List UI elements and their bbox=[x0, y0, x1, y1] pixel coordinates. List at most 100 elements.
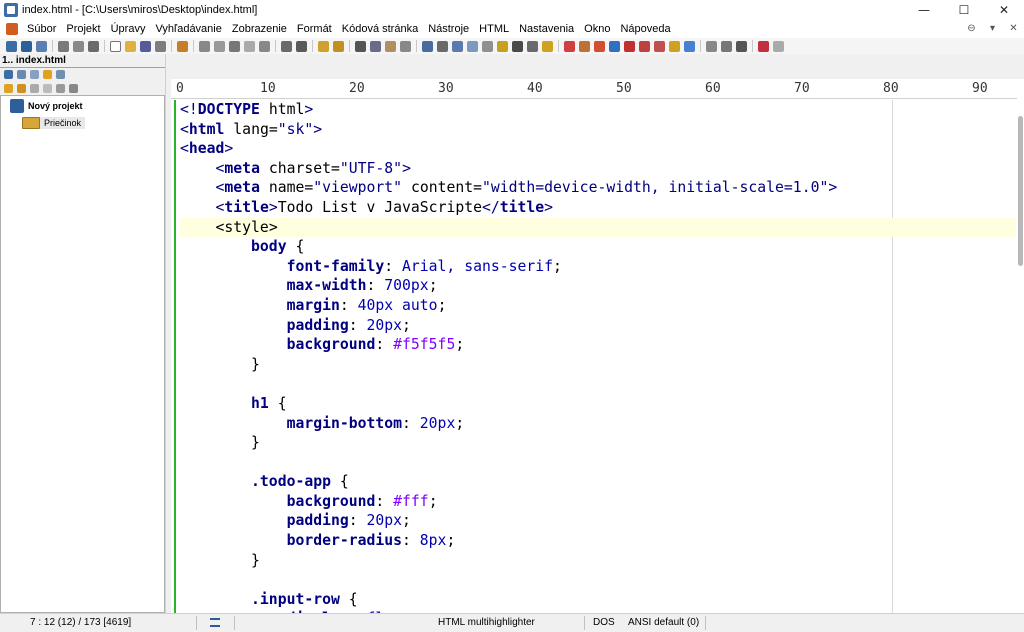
code-line: <!DOCTYPE html> bbox=[180, 101, 314, 118]
menu-codepage[interactable]: Kódová stránka bbox=[337, 20, 423, 38]
code-line: <head> bbox=[180, 140, 234, 158]
play-macro-icon[interactable] bbox=[773, 40, 784, 52]
line-numbers-icon[interactable] bbox=[482, 40, 493, 52]
redo-icon[interactable] bbox=[333, 40, 344, 52]
code-line: padding: 20px; bbox=[286, 512, 411, 530]
ruler-label: 60 bbox=[705, 81, 721, 96]
menu-edit[interactable]: Úpravy bbox=[106, 20, 151, 38]
save-project-icon[interactable] bbox=[58, 40, 69, 52]
firefox-icon[interactable] bbox=[594, 40, 605, 52]
cut-icon[interactable] bbox=[355, 40, 366, 52]
refresh-icon[interactable] bbox=[30, 84, 39, 93]
new-project-icon[interactable] bbox=[21, 40, 32, 52]
find-in-files-icon[interactable] bbox=[259, 40, 270, 52]
filter-icon[interactable] bbox=[669, 40, 680, 52]
code-line: <title>Todo List v JavaScripte</title> bbox=[215, 198, 554, 216]
scrollbar-thumb[interactable] bbox=[1018, 116, 1023, 266]
print-icon[interactable] bbox=[296, 40, 307, 52]
save-all-icon[interactable] bbox=[155, 40, 166, 52]
replace-icon[interactable] bbox=[229, 40, 240, 52]
window-list-icon[interactable] bbox=[56, 70, 65, 79]
indent-guides-icon[interactable] bbox=[467, 40, 478, 52]
word-wrap-icon[interactable] bbox=[422, 40, 433, 52]
settings-icon[interactable] bbox=[69, 84, 78, 93]
case-icon[interactable] bbox=[512, 40, 523, 52]
find-next-icon[interactable] bbox=[214, 40, 225, 52]
window-icon[interactable] bbox=[736, 40, 747, 52]
new-document-icon[interactable] bbox=[110, 40, 121, 52]
menu-file[interactable]: Súbor bbox=[22, 20, 61, 38]
menu-settings[interactable]: Nastavenia bbox=[514, 20, 579, 38]
close-project-icon[interactable] bbox=[88, 40, 99, 52]
word-wrap-status-icon[interactable] bbox=[210, 618, 220, 627]
code-editor[interactable]: 0 10 20 30 40 50 60 70 80 90 <!DOCTYPE h… bbox=[171, 79, 1017, 613]
html-validate-icon[interactable] bbox=[624, 40, 635, 52]
menu-html[interactable]: HTML bbox=[474, 20, 514, 38]
css-validate-icon[interactable] bbox=[639, 40, 650, 52]
bookmark-icon[interactable] bbox=[177, 40, 188, 52]
code-line: <html lang="sk"> bbox=[180, 120, 323, 138]
menu-project[interactable]: Projekt bbox=[61, 20, 105, 38]
read-only-icon[interactable] bbox=[497, 40, 508, 52]
browser-icon[interactable] bbox=[609, 40, 620, 52]
ruler-label: 20 bbox=[349, 81, 365, 96]
open-project-icon[interactable] bbox=[36, 40, 47, 52]
encoding[interactable]: ANSI default (0) bbox=[628, 614, 699, 632]
remove-icon[interactable] bbox=[56, 84, 65, 93]
back-icon[interactable] bbox=[43, 84, 52, 93]
terminal-icon[interactable] bbox=[721, 40, 732, 52]
mdi-list-icon[interactable]: ▾ bbox=[982, 20, 1003, 38]
save-icon[interactable] bbox=[140, 40, 151, 52]
open-file-icon[interactable] bbox=[125, 40, 136, 52]
format-icon[interactable] bbox=[527, 40, 538, 52]
explorer-icon[interactable] bbox=[17, 70, 26, 79]
macro-icon[interactable] bbox=[706, 40, 717, 52]
menu-search[interactable]: Vyhľadávanie bbox=[150, 20, 226, 38]
copy-icon[interactable] bbox=[370, 40, 381, 52]
close-button[interactable]: ✕ bbox=[984, 0, 1024, 20]
minimize-button[interactable]: — bbox=[904, 0, 944, 20]
menu-help[interactable]: Nápoveda bbox=[615, 20, 675, 38]
menu-window[interactable]: Okno bbox=[579, 20, 615, 38]
tree-project[interactable]: Nový projekt bbox=[10, 99, 83, 113]
print-preview-icon[interactable] bbox=[281, 40, 292, 52]
line-ending[interactable]: DOS bbox=[593, 614, 615, 632]
mdi-restore-icon[interactable]: ⊖ bbox=[961, 20, 982, 38]
new-file-icon[interactable] bbox=[6, 40, 17, 52]
html-toolbar-icon[interactable] bbox=[564, 40, 575, 52]
tag-complete-icon[interactable] bbox=[542, 40, 553, 52]
vertical-scrollbar[interactable] bbox=[1017, 79, 1024, 613]
menu-view[interactable]: Zobrazenie bbox=[227, 20, 292, 38]
tag-icon[interactable] bbox=[654, 40, 665, 52]
google-icon[interactable] bbox=[684, 40, 695, 52]
code-line: .todo-app { bbox=[251, 473, 349, 491]
show-whitespace-icon[interactable] bbox=[437, 40, 448, 52]
code-line: margin-bottom: 20px; bbox=[286, 414, 465, 432]
favorites-icon[interactable] bbox=[43, 70, 52, 79]
project-view-icon[interactable] bbox=[4, 70, 13, 79]
code-area[interactable]: <!DOCTYPE html> <html lang="sk"> <head> … bbox=[180, 100, 1016, 613]
document-menu-icon[interactable] bbox=[6, 23, 18, 35]
record-macro-icon[interactable] bbox=[758, 40, 769, 52]
menu-tools[interactable]: Nástroje bbox=[423, 20, 474, 38]
toolbar-separator bbox=[193, 40, 194, 52]
menu-format[interactable]: Formát bbox=[292, 20, 337, 38]
syntax-highlighter[interactable]: HTML multihighlighter bbox=[438, 614, 535, 632]
find-icon[interactable] bbox=[199, 40, 210, 52]
project-settings-icon[interactable] bbox=[73, 40, 84, 52]
add-folder-icon[interactable] bbox=[4, 84, 13, 93]
goto-icon[interactable] bbox=[244, 40, 255, 52]
outline-icon[interactable] bbox=[30, 70, 39, 79]
delete-icon[interactable] bbox=[400, 40, 411, 52]
tree-folder[interactable]: Priečinok bbox=[22, 117, 86, 129]
maximize-button[interactable]: ☐ bbox=[944, 0, 984, 20]
column-mode-icon[interactable] bbox=[452, 40, 463, 52]
preview-icon[interactable] bbox=[579, 40, 590, 52]
paste-icon[interactable] bbox=[385, 40, 396, 52]
mdi-close-icon[interactable]: ✕ bbox=[1003, 20, 1024, 38]
code-line: } bbox=[251, 434, 260, 452]
tab-index-html[interactable]: 1.. index.html bbox=[2, 55, 66, 66]
add-file-icon[interactable] bbox=[17, 84, 26, 93]
undo-icon[interactable] bbox=[318, 40, 329, 52]
